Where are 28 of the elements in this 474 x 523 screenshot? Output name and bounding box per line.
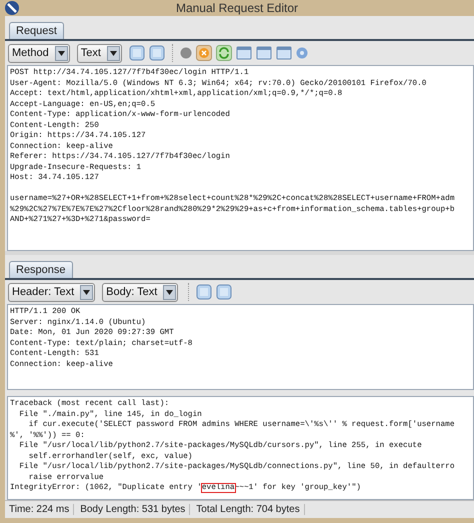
layout-icon[interactable] [148,45,165,61]
caret-icon [58,50,65,56]
cancel-icon[interactable] [196,45,212,61]
layout-icon[interactable] [216,284,232,300]
dropdown[interactable]: Body: Text [102,282,178,302]
window-icon[interactable] [256,45,272,61]
help-icon[interactable] [296,47,308,59]
status-text: Total Length: 704 bytes [196,504,305,515]
dropdown[interactable]: Header: Text [8,282,96,302]
status-text: Time: 224 ms [9,504,74,515]
tab[interactable]: Response [9,261,73,278]
layout-icon[interactable] [196,284,212,300]
body-editor[interactable] [7,396,474,500]
window-icon[interactable] [236,45,252,61]
caret-icon [166,290,174,294]
tab[interactable]: Request [9,22,64,39]
refresh-icon[interactable] [216,45,232,61]
window-title: Manual Request Editor [176,1,298,15]
status-text: Body Length: 531 bytes [80,504,190,515]
request-editor[interactable] [7,65,474,251]
layout-icon[interactable] [128,45,145,61]
dropdown[interactable]: Method [8,44,70,62]
app-icon [4,0,20,16]
caret-icon [83,290,90,294]
window-icon[interactable] [276,45,292,61]
dropdown[interactable]: Text [76,44,122,62]
caret-icon [110,50,117,56]
circle-icon[interactable] [180,47,192,59]
